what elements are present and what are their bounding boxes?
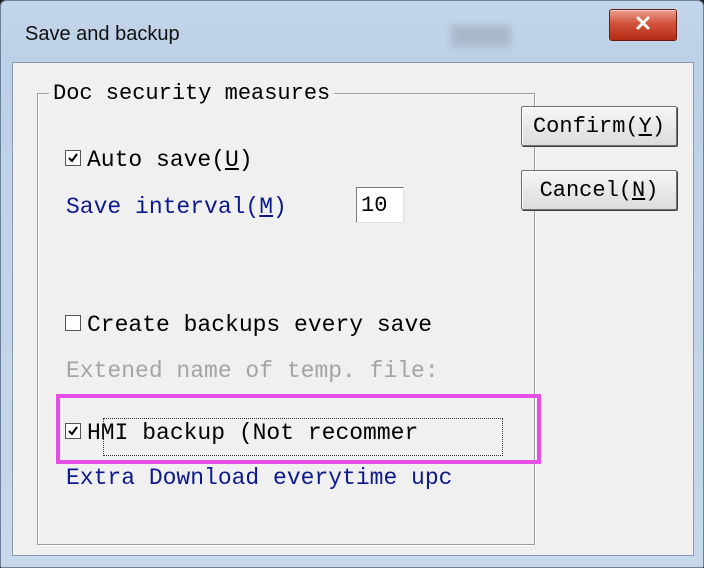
title-bar[interactable]: Save and backup (1, 1, 703, 63)
confirm-button[interactable]: Confirm(Y) (521, 106, 677, 146)
cancel-suffix: ) (645, 177, 659, 203)
create-backups-label: Create backups every save (87, 312, 433, 338)
confirm-label: Confirm( (532, 113, 639, 139)
auto-save-checkbox-row[interactable]: Auto save(U) (65, 147, 253, 173)
close-button[interactable] (609, 9, 677, 41)
auto-save-label: Auto save( (87, 147, 226, 173)
window-title: Save and backup (25, 23, 180, 45)
auto-save-hotkey: U (225, 147, 239, 173)
cancel-label: Cancel( (539, 177, 632, 203)
save-interval-label-row: Save interval(M) (66, 194, 287, 220)
auto-save-suffix: ) (238, 147, 253, 173)
create-backups-checkbox-row[interactable]: Create backups every save (65, 312, 432, 338)
cancel-hotkey: N (632, 177, 646, 203)
save-interval-hotkey: M (259, 194, 274, 220)
temp-file-label: Extened name of temp. file: (66, 358, 439, 384)
save-interval-input[interactable] (356, 187, 404, 223)
save-interval-label: Save interval( (66, 194, 260, 220)
cancel-button[interactable]: Cancel(N) (521, 170, 677, 210)
auto-save-checkbox[interactable] (65, 149, 81, 166)
confirm-suffix: ) (651, 113, 666, 139)
hmi-backup-highlight (56, 394, 541, 464)
dialog-window: Save and backup Doc security measures Au… (0, 0, 704, 568)
extra-download-label: Extra Download everytime upc (66, 465, 453, 491)
group-content: Auto save(U) Save interval(M) Create bac… (38, 95, 532, 541)
extra-download-label-row: Extra Download everytime upc (66, 465, 452, 491)
create-backups-checkbox[interactable] (65, 314, 81, 331)
close-icon (635, 16, 651, 35)
temp-file-label-row: Extened name of temp. file: (66, 358, 439, 384)
save-interval-suffix: ) (273, 194, 287, 220)
dialog-client-area: Doc security measures Auto save(U) Save … (12, 62, 694, 556)
title-bar-blur (451, 25, 511, 47)
confirm-hotkey: Y (638, 113, 652, 139)
